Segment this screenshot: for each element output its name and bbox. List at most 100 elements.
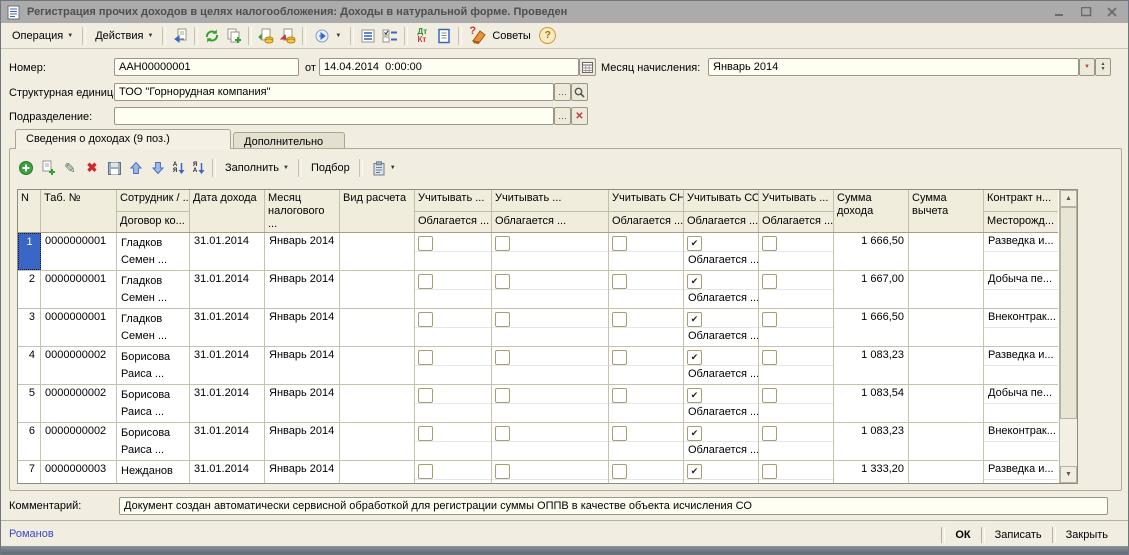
checkbox[interactable]: ✔ <box>687 350 702 365</box>
cell-tax-month[interactable]: Январь 2014 <box>265 271 340 308</box>
table-row[interactable]: 70000000003НеждановМихаил31.01.2014Январ… <box>18 461 1058 483</box>
column-header-income-sum[interactable]: Сумма дохода <box>834 190 909 232</box>
advice-button[interactable]: ? Советы <box>465 25 536 47</box>
cell-tab-no[interactable]: 0000000001 <box>41 271 117 308</box>
unpost-document-icon[interactable] <box>277 25 299 47</box>
checkbox[interactable] <box>418 350 433 365</box>
checkbox[interactable] <box>762 312 777 327</box>
ellipsis-button[interactable]: … <box>554 83 571 101</box>
checkbox[interactable] <box>612 350 627 365</box>
cell-check-1[interactable] <box>415 309 492 346</box>
cell-tax-month[interactable]: Январь 2014 <box>265 385 340 422</box>
cell-check-so[interactable]: ✔Облагается ... <box>684 347 759 384</box>
tab-income-details[interactable]: Сведения о доходах (9 поз.) <box>15 129 231 149</box>
calendar-icon[interactable] <box>579 58 596 76</box>
scrollbar-thumb[interactable] <box>1060 207 1077 419</box>
cell-tab-no[interactable]: 0000000002 <box>41 347 117 384</box>
table-row[interactable]: 30000000001ГладковСемен ...31.01.2014Янв… <box>18 309 1058 347</box>
cell-n[interactable]: 5 <box>18 385 41 422</box>
checkbox[interactable] <box>418 236 433 251</box>
add-row-icon[interactable] <box>15 157 37 179</box>
copy-row-icon[interactable] <box>37 157 59 179</box>
department-input[interactable] <box>114 107 554 125</box>
sort-asc-icon[interactable]: АЯ <box>169 157 189 179</box>
column-header-deduction-sum[interactable]: Сумма вычета <box>909 190 984 232</box>
checkbox[interactable] <box>418 312 433 327</box>
cell-tax-month[interactable]: Январь 2014 <box>265 423 340 460</box>
cell-income-sum[interactable]: 1 333,20 <box>834 461 909 483</box>
close-button[interactable]: Закрыть <box>1056 525 1118 545</box>
cell-contract[interactable]: Внеконтрак... <box>984 309 1058 346</box>
cell-contract[interactable]: Разведка и... <box>984 233 1058 270</box>
list-settings-icon[interactable] <box>379 25 401 47</box>
cell-calc-kind[interactable] <box>340 385 415 422</box>
checkbox[interactable] <box>762 236 777 251</box>
cell-employee[interactable]: ГладковСемен ... <box>117 309 190 346</box>
checkbox[interactable] <box>495 426 510 441</box>
cell-employee[interactable]: БорисоваРаиса ... <box>117 423 190 460</box>
ok-button[interactable]: ОК <box>945 525 980 545</box>
checkbox[interactable] <box>612 426 627 441</box>
cell-check-5[interactable] <box>759 385 834 422</box>
cell-income-sum[interactable]: 1 666,50 <box>834 233 909 270</box>
cell-calc-kind[interactable] <box>340 309 415 346</box>
cell-check-5[interactable] <box>759 347 834 384</box>
vertical-scrollbar[interactable]: ▲ ▼ <box>1059 190 1077 483</box>
cell-contract[interactable]: Добыча пе... <box>984 385 1058 422</box>
checkbox[interactable]: ✔ <box>687 236 702 251</box>
checkbox[interactable]: ✔ <box>687 426 702 441</box>
move-down-icon[interactable] <box>147 157 169 179</box>
selected-cell[interactable]: 1 <box>18 233 41 270</box>
table-row[interactable]: 50000000002БорисоваРаиса ...31.01.2014Ян… <box>18 385 1058 423</box>
checkbox[interactable] <box>418 426 433 441</box>
cell-calc-kind[interactable] <box>340 233 415 270</box>
cell-employee[interactable]: ГладковСемен ... <box>117 233 190 270</box>
cell-check-so[interactable]: ✔Облагается ... <box>684 309 759 346</box>
checkbox[interactable] <box>418 274 433 289</box>
cell-income-date[interactable]: 31.01.2014 <box>190 271 265 308</box>
checkbox[interactable] <box>762 388 777 403</box>
cell-income-date[interactable]: 31.01.2014 <box>190 385 265 422</box>
checkbox[interactable] <box>612 274 627 289</box>
column-header-calc-kind[interactable]: Вид расчета <box>340 190 415 232</box>
cell-contract[interactable]: Разведка и... <box>984 347 1058 384</box>
cell-calc-kind[interactable] <box>340 271 415 308</box>
cell-check-2[interactable] <box>492 271 609 308</box>
checkbox[interactable] <box>495 388 510 403</box>
cell-check-1[interactable] <box>415 347 492 384</box>
edit-row-icon[interactable]: ✎ <box>59 157 81 179</box>
cell-tax-month[interactable]: Январь 2014 <box>265 461 340 483</box>
cell-n[interactable]: 4 <box>18 347 41 384</box>
column-header-check-so[interactable]: Учитывать СООблагается ... <box>684 190 759 232</box>
column-header-n[interactable]: N <box>18 190 41 232</box>
delete-row-icon[interactable]: ✖ <box>81 157 103 179</box>
cell-check-so[interactable]: ✔Облагается ... <box>684 271 759 308</box>
cell-check-1[interactable] <box>415 461 492 483</box>
cell-tax-month[interactable]: Январь 2014 <box>265 309 340 346</box>
cell-deduction-sum[interactable] <box>909 233 984 270</box>
refresh-icon[interactable] <box>201 25 223 47</box>
column-header-tab-no[interactable]: Таб. № <box>41 190 117 232</box>
cell-check-sn[interactable] <box>609 423 684 460</box>
table-row[interactable]: 40000000002БорисоваРаиса ...31.01.2014Ян… <box>18 347 1058 385</box>
column-header-income-date[interactable]: Дата дохода <box>190 190 265 232</box>
cell-check-sn[interactable] <box>609 233 684 270</box>
checkbox[interactable] <box>495 236 510 251</box>
cell-check-5[interactable] <box>759 423 834 460</box>
spinner-buttons[interactable]: ▲▼ <box>1095 58 1111 76</box>
checkbox[interactable] <box>612 464 627 479</box>
magnifier-icon[interactable] <box>571 83 588 101</box>
maximize-icon[interactable] <box>1076 4 1096 20</box>
cell-check-1[interactable] <box>415 233 492 270</box>
cell-n[interactable]: 3 <box>18 309 41 346</box>
column-header-tax-month[interactable]: Месяц налогового ... <box>265 190 340 232</box>
cell-check-so[interactable]: ✔Облагается ... <box>684 385 759 422</box>
checkbox[interactable] <box>418 388 433 403</box>
cell-contract[interactable]: Внеконтрак... <box>984 423 1058 460</box>
comment-input[interactable]: Документ создан автоматически сервисной … <box>119 497 1108 515</box>
cell-deduction-sum[interactable] <box>909 461 984 483</box>
cell-contract[interactable]: Добыча пе... <box>984 271 1058 308</box>
cell-tab-no[interactable]: 0000000001 <box>41 309 117 346</box>
checkbox[interactable] <box>762 350 777 365</box>
cell-check-so[interactable]: ✔Облагается ... <box>684 461 759 483</box>
